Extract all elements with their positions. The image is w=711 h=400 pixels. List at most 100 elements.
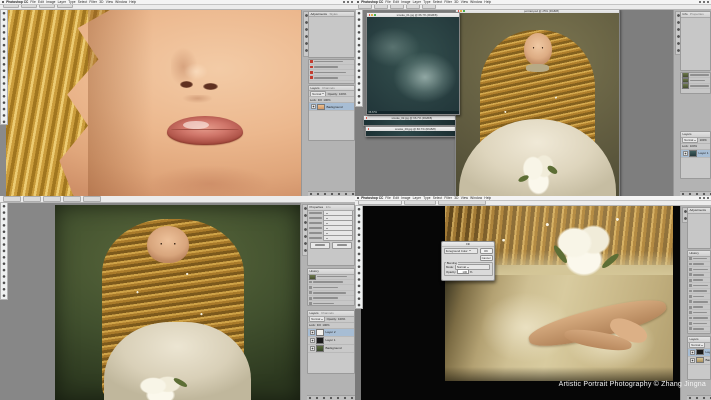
toolbox[interactable] [355,205,363,309]
tab-history[interactable]: History [310,269,319,273]
close-icon[interactable] [367,128,370,130]
document-canvas-face-closeup[interactable] [5,8,301,196]
app-menu[interactable]: Photoshop CC [361,0,383,4]
adjustments-panel-body [688,213,710,248]
menu-bar[interactable]: Photoshop CC File Edit Image Layer Type … [355,0,711,5]
visibility-eye-icon[interactable] [309,345,315,351]
tab-layers[interactable]: Layers [310,311,319,315]
document-canvas-portrait[interactable] [456,13,619,196]
visibility-eye-icon[interactable] [689,349,695,355]
tab-history[interactable]: History [690,251,699,255]
tab-adjustments[interactable]: Adjustments [690,208,707,212]
fill-value[interactable]: 100% [322,323,329,327]
tab-layers[interactable]: Layers [683,132,692,136]
panel-footer-icons[interactable] [307,394,355,400]
channel-row[interactable] [681,83,710,90]
fill-value[interactable]: 100% [323,98,330,102]
visibility-eye-icon[interactable] [309,337,315,343]
tab-channels[interactable]: Channels [321,311,334,315]
apple-icon[interactable] [2,0,5,4]
blend-mode-select[interactable]: Normal [309,316,326,322]
options-bar-control[interactable] [22,196,41,202]
history-row[interactable] [688,332,710,333]
tab-channels[interactable]: Channels [322,86,335,90]
layer-row[interactable]: Background [309,103,354,112]
fill-contents-select[interactable]: Foreground Color [443,247,478,254]
photo-philtrum-shadow [176,94,219,106]
panel-footer-icons[interactable] [687,394,711,400]
menubar-status-icons [698,196,709,200]
panel-button[interactable] [332,241,352,249]
zoom-icon[interactable] [373,14,376,16]
toolbox[interactable] [0,8,8,125]
panel-footer-icons[interactable] [680,190,711,196]
document-canvas-hands-bouquet[interactable] [445,205,673,381]
tab-info[interactable]: Info [326,205,331,209]
layer-row[interactable]: Layer 1 [681,149,710,158]
opacity-value[interactable]: 100% [700,138,707,142]
options-bar[interactable] [0,196,355,203]
smoke-document-window-1[interactable]: smoke_01.jpg @ 66.7% (RGB/8) 66.67% [366,12,460,115]
action-item[interactable] [309,76,354,82]
smoke-document-window-3[interactable]: smoke_03.jpg @ 66.7% (RGB/8) [365,126,463,137]
minimize-icon[interactable] [371,14,373,16]
document-canvas-smoke-texture[interactable] [367,17,459,111]
greeked-label [693,327,705,330]
options-bar-control[interactable] [82,196,101,202]
visibility-eye-icon[interactable] [309,329,315,335]
layer-row[interactable]: Layer 1 [308,337,354,345]
options-bar-control[interactable] [42,196,61,202]
opacity-input[interactable]: 100 [457,269,469,275]
cancel-button[interactable]: Cancel [479,254,493,261]
history-state-icon [689,278,692,282]
close-icon[interactable] [368,14,371,16]
tab-info[interactable]: Info [683,12,688,16]
panel-button[interactable] [310,241,330,249]
menu-items[interactable]: File Edit Image Layer Type Select Filter… [30,0,136,4]
layer-row[interactable]: Background [308,345,354,353]
tab-layers[interactable]: Layers [311,86,320,90]
menu-items[interactable]: File Edit Image Layer Type Select Filter… [385,196,491,200]
apple-icon[interactable] [357,0,360,4]
document-canvas-portrait-green[interactable] [55,205,300,400]
blend-mode-select[interactable]: Normal [682,137,699,143]
portrait-document-window[interactable]: portrait.psd @ 25% (RGB/8) [455,8,620,196]
blend-mode-select[interactable]: Normal [310,91,327,97]
tab-styles[interactable]: Styles [330,12,338,16]
tab-properties[interactable]: Properties [690,12,704,16]
panel-footer-icons[interactable] [308,190,355,196]
layer-row[interactable]: Background [688,356,710,365]
zoom-level[interactable]: 66.67% [369,111,377,114]
minimize-icon[interactable] [460,10,462,12]
smoke-document-window-2[interactable]: smoke_02.jpg @ 66.7% (RGB/8) [363,115,458,126]
opacity-value[interactable]: 100% [339,92,346,96]
property-select[interactable] [323,235,353,241]
blend-mode-select[interactable]: Normal [689,342,706,348]
toolbox[interactable] [0,202,8,300]
options-bar-control[interactable] [62,196,81,202]
options-bar-control[interactable] [2,196,21,202]
opacity-value[interactable]: 100% [338,317,345,321]
layer-row[interactable]: Layer 2 [308,328,354,337]
layer-row[interactable]: Layer 1 [688,348,710,357]
visibility-eye-icon[interactable] [682,150,688,156]
fill-value[interactable]: 100% [690,144,697,148]
apple-icon[interactable] [357,196,360,200]
history-row[interactable] [308,301,354,305]
visibility-eye-icon[interactable] [689,357,695,363]
tab-layers[interactable]: Layers [690,337,699,341]
visibility-eye-icon[interactable] [310,104,316,110]
tab-properties[interactable]: Properties [310,205,324,209]
app-menu[interactable]: Photoshop CC [361,196,383,200]
toolbox[interactable] [355,9,363,107]
zoom-icon[interactable] [462,10,465,12]
menu-bar[interactable]: Photoshop CC File Edit Image Layer Type … [0,0,355,5]
menu-items[interactable]: File Edit Image Layer Type Select Filter… [385,0,491,4]
ok-button[interactable]: OK [479,247,493,254]
menu-bar[interactable]: Photoshop CC File Edit Image Layer Type … [355,196,711,201]
close-icon[interactable] [365,117,368,119]
app-menu[interactable]: Photoshop CC [6,0,28,4]
tab-adjustments[interactable]: Adjustments [311,12,328,16]
history-state-icon [309,296,312,300]
fill-dialog[interactable]: Fill Foreground Color OK Cancel Blending… [441,241,495,281]
